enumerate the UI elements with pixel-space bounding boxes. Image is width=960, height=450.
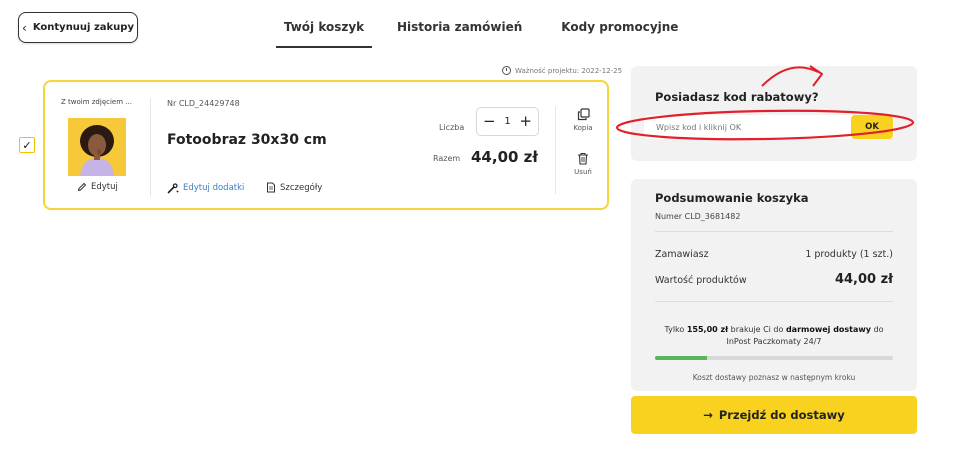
delete-item-button[interactable]: Usuń: [565, 152, 601, 176]
continue-shopping-label: Kontynuuj zakupy: [32, 22, 134, 33]
edit-addons-link[interactable]: Edytuj dodatki: [167, 182, 244, 194]
tab-cart[interactable]: Twój koszyk: [276, 10, 372, 48]
document-icon: [267, 182, 275, 193]
free-shipping-suffix: do: [871, 325, 884, 334]
image-caption: Z twoim zdjęciem ...: [61, 98, 132, 106]
item-total-label: Razem: [433, 154, 461, 163]
quantity-value[interactable]: 1: [504, 116, 510, 127]
continue-shopping-button[interactable]: ‹ Kontynuuj zakupy: [18, 12, 138, 43]
proceed-to-delivery-label: Przejdź do dostawy: [718, 408, 845, 422]
item-select-checkbox[interactable]: ✓: [19, 137, 35, 153]
free-shipping-middle: brakuje Ci do: [728, 325, 786, 334]
summary-cart-number: Numer CLD_3681482: [655, 212, 741, 221]
pencil-icon: [77, 182, 87, 192]
promo-title: Posiadasz kod rabatowy?: [655, 90, 819, 104]
clock-icon: [502, 66, 511, 75]
summary-divider: [655, 231, 893, 232]
copy-item-button[interactable]: Kopia: [565, 108, 601, 132]
free-shipping-progress-fill: [655, 356, 708, 360]
item-total-value: 44,00 zł: [471, 148, 538, 166]
item-number: Nr CLD_24429748: [167, 99, 240, 108]
proceed-to-delivery-button[interactable]: → Przejdź do dostawy: [631, 396, 917, 434]
free-shipping-message: Tylko 155,00 zł brakuje Ci do darmowej d…: [651, 324, 897, 349]
promo-code-panel: Posiadasz kod rabatowy? OK: [631, 66, 917, 161]
products-value-amount: 44,00 zł: [834, 272, 893, 287]
arrow-right-icon: →: [703, 408, 713, 422]
details-label: Szczegóły: [280, 182, 323, 193]
product-thumbnail: [68, 118, 126, 176]
copy-label: Kopia: [573, 124, 593, 132]
product-name: Fotoobraz 30x30 cm: [167, 132, 327, 148]
promo-ok-button[interactable]: OK: [851, 115, 893, 139]
products-value-label: Wartość produktów: [655, 275, 747, 286]
project-validity-text: Ważność projektu: 2022-12-25: [515, 66, 623, 75]
order-count-label: Zamawiasz: [655, 249, 709, 260]
summary-divider: [655, 301, 893, 302]
project-validity: Ważność projektu: 2022-12-25: [502, 66, 622, 75]
free-shipping-amount: 155,00 zł: [686, 325, 729, 334]
free-shipping-bold: darmowej dostawy: [785, 325, 872, 334]
decrease-quantity-button[interactable]: −: [483, 114, 496, 129]
actions-divider: [555, 106, 556, 194]
cart-tabs: Twój koszyk Historia zamówień Kody promo…: [276, 10, 678, 48]
card-divider: [150, 98, 151, 196]
tab-order-history[interactable]: Historia zamówień: [397, 10, 522, 48]
trash-icon: [578, 152, 588, 165]
cart-item-card: Z twoim zdjęciem ... Edytuj Nr CLD_24429…: [43, 80, 609, 210]
edit-addons-label: Edytuj dodatki: [183, 183, 245, 193]
edit-label: Edytuj: [91, 182, 118, 192]
quantity-stepper: − 1 +: [476, 107, 539, 136]
order-count-value: 1 produkty (1 szt.): [805, 249, 893, 260]
shipping-cost-note: Koszt dostawy poznasz w następnym kroku: [692, 373, 856, 382]
magic-wand-icon: [167, 183, 179, 194]
tab-promo-codes[interactable]: Kody promocyjne: [561, 10, 678, 48]
delete-label: Usuń: [574, 168, 592, 176]
free-shipping-progress-bar: [655, 356, 893, 360]
quantity-label: Liczba: [439, 123, 465, 132]
summary-title: Podsumowanie koszyka: [655, 191, 809, 205]
cart-summary-panel: Podsumowanie koszyka Numer CLD_3681482 Z…: [631, 179, 917, 391]
edit-project-link[interactable]: Edytuj: [77, 182, 118, 192]
free-shipping-prefix: Tylko: [664, 325, 687, 334]
copy-icon: [577, 108, 590, 121]
free-shipping-carrier: InPost Paczkomaty 24/7: [726, 337, 822, 347]
chevron-left-icon: ‹: [22, 20, 27, 35]
increase-quantity-button[interactable]: +: [519, 114, 532, 129]
details-link[interactable]: Szczegóły: [266, 182, 322, 193]
